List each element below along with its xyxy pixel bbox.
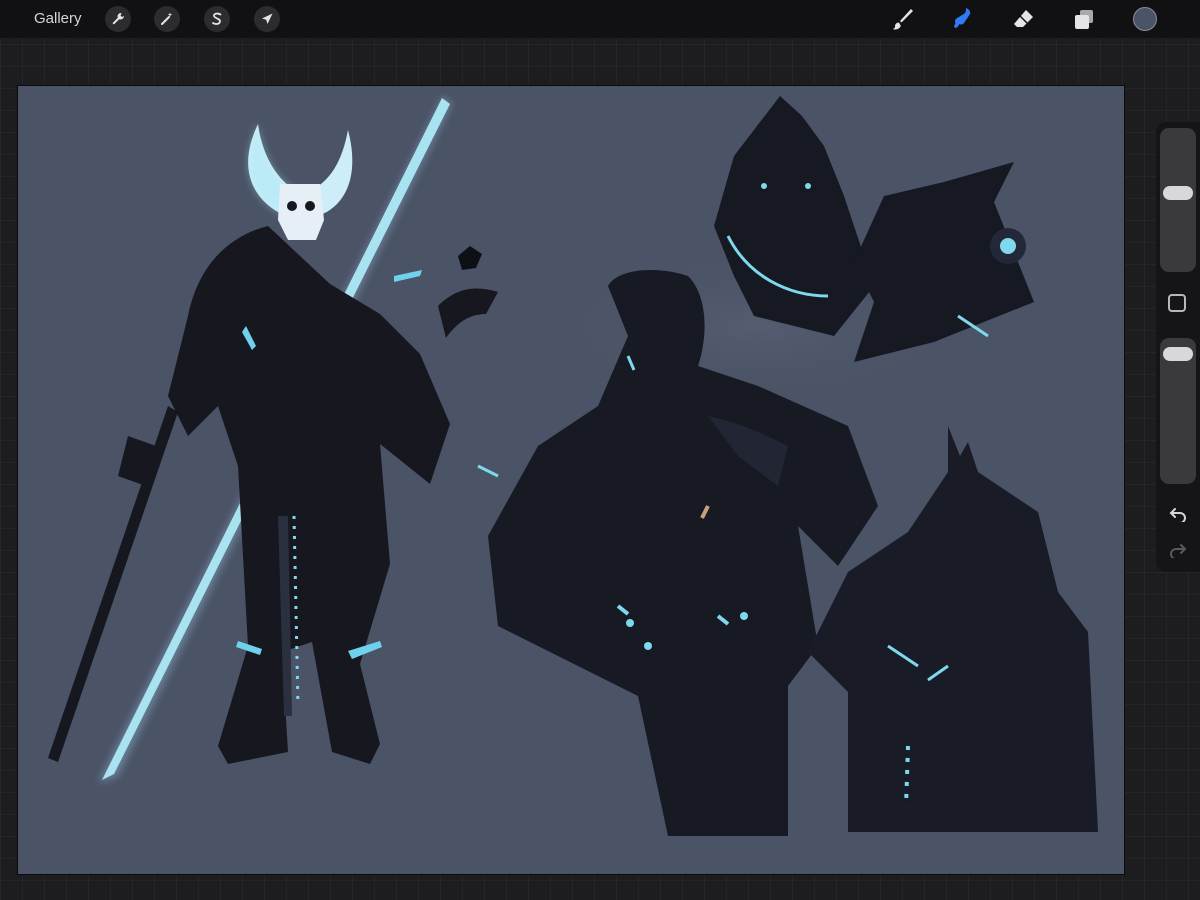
color-swatch[interactable]	[1133, 7, 1157, 31]
square-icon[interactable]	[1168, 294, 1186, 312]
gallery-button[interactable]: Gallery	[34, 10, 82, 27]
side-toolbar	[1156, 122, 1200, 572]
opacity-slider[interactable]	[1160, 338, 1196, 484]
undo-icon[interactable]	[1166, 504, 1190, 524]
smudge-icon[interactable]	[948, 5, 976, 33]
selection-s-icon[interactable]	[204, 6, 230, 32]
top-toolbar: Gallery	[0, 0, 1200, 38]
drawing-canvas[interactable]	[18, 86, 1124, 874]
opacity-thumb[interactable]	[1163, 347, 1193, 361]
brush-icon[interactable]	[888, 5, 916, 33]
layers-icon[interactable]	[1070, 5, 1098, 33]
artwork	[18, 86, 1124, 874]
brush-size-thumb[interactable]	[1163, 186, 1193, 200]
brush-size-slider[interactable]	[1160, 128, 1196, 272]
wrench-icon[interactable]	[105, 6, 131, 32]
magic-wand-icon[interactable]	[154, 6, 180, 32]
transform-arrow-icon[interactable]	[254, 6, 280, 32]
redo-icon[interactable]	[1166, 540, 1190, 560]
eraser-icon[interactable]	[1010, 5, 1038, 33]
